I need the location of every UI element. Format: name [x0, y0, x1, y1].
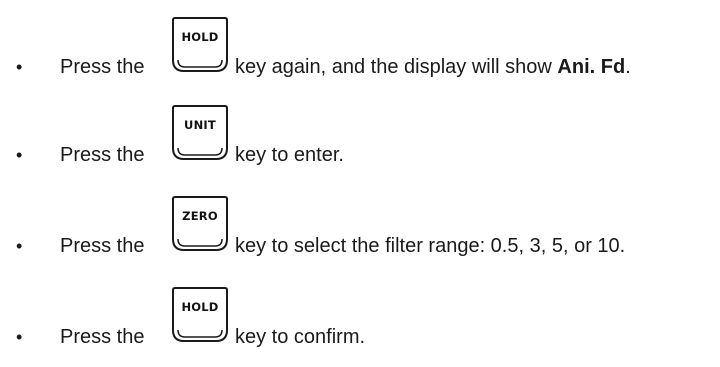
step-text-after: key to select the filter range: 0.5, 3, … — [235, 235, 626, 257]
step-text-before: Press the — [60, 144, 145, 166]
key-label: HOLD — [181, 300, 219, 314]
unit-key-icon: UNIT — [170, 104, 230, 162]
instruction-step-1: • Press the HOLD key again, and the disp… — [0, 10, 720, 80]
display-text-emphasis: Ani. Fd — [557, 56, 626, 78]
hold-key-icon: HOLD — [170, 286, 230, 344]
step-text-after: key again, and the display will show Ani… — [235, 56, 631, 78]
bullet: • — [16, 145, 23, 165]
instruction-step-2: • Press the UNIT key to enter. — [0, 98, 720, 168]
step-text-after-main: key again, and the display will show — [235, 56, 552, 78]
step-text-after: key to enter. — [235, 144, 344, 166]
key-label: ZERO — [182, 209, 218, 223]
hold-key-icon: HOLD — [170, 16, 230, 74]
zero-key-icon: ZERO — [170, 195, 230, 253]
step-text-before: Press the — [60, 235, 145, 257]
key-label: UNIT — [184, 118, 216, 132]
key-label: HOLD — [181, 30, 219, 44]
bullet: • — [16, 57, 23, 77]
step-text-end: . — [625, 56, 631, 78]
instruction-step-4: • Press the HOLD key to confirm. — [0, 280, 720, 350]
step-text-after: key to confirm. — [235, 326, 366, 348]
step-text-before: Press the — [60, 56, 145, 78]
step-text-before: Press the — [60, 326, 145, 348]
bullet: • — [16, 236, 23, 256]
instruction-step-3: • Press the ZERO key to select the filte… — [0, 189, 720, 259]
bullet: • — [16, 327, 23, 347]
